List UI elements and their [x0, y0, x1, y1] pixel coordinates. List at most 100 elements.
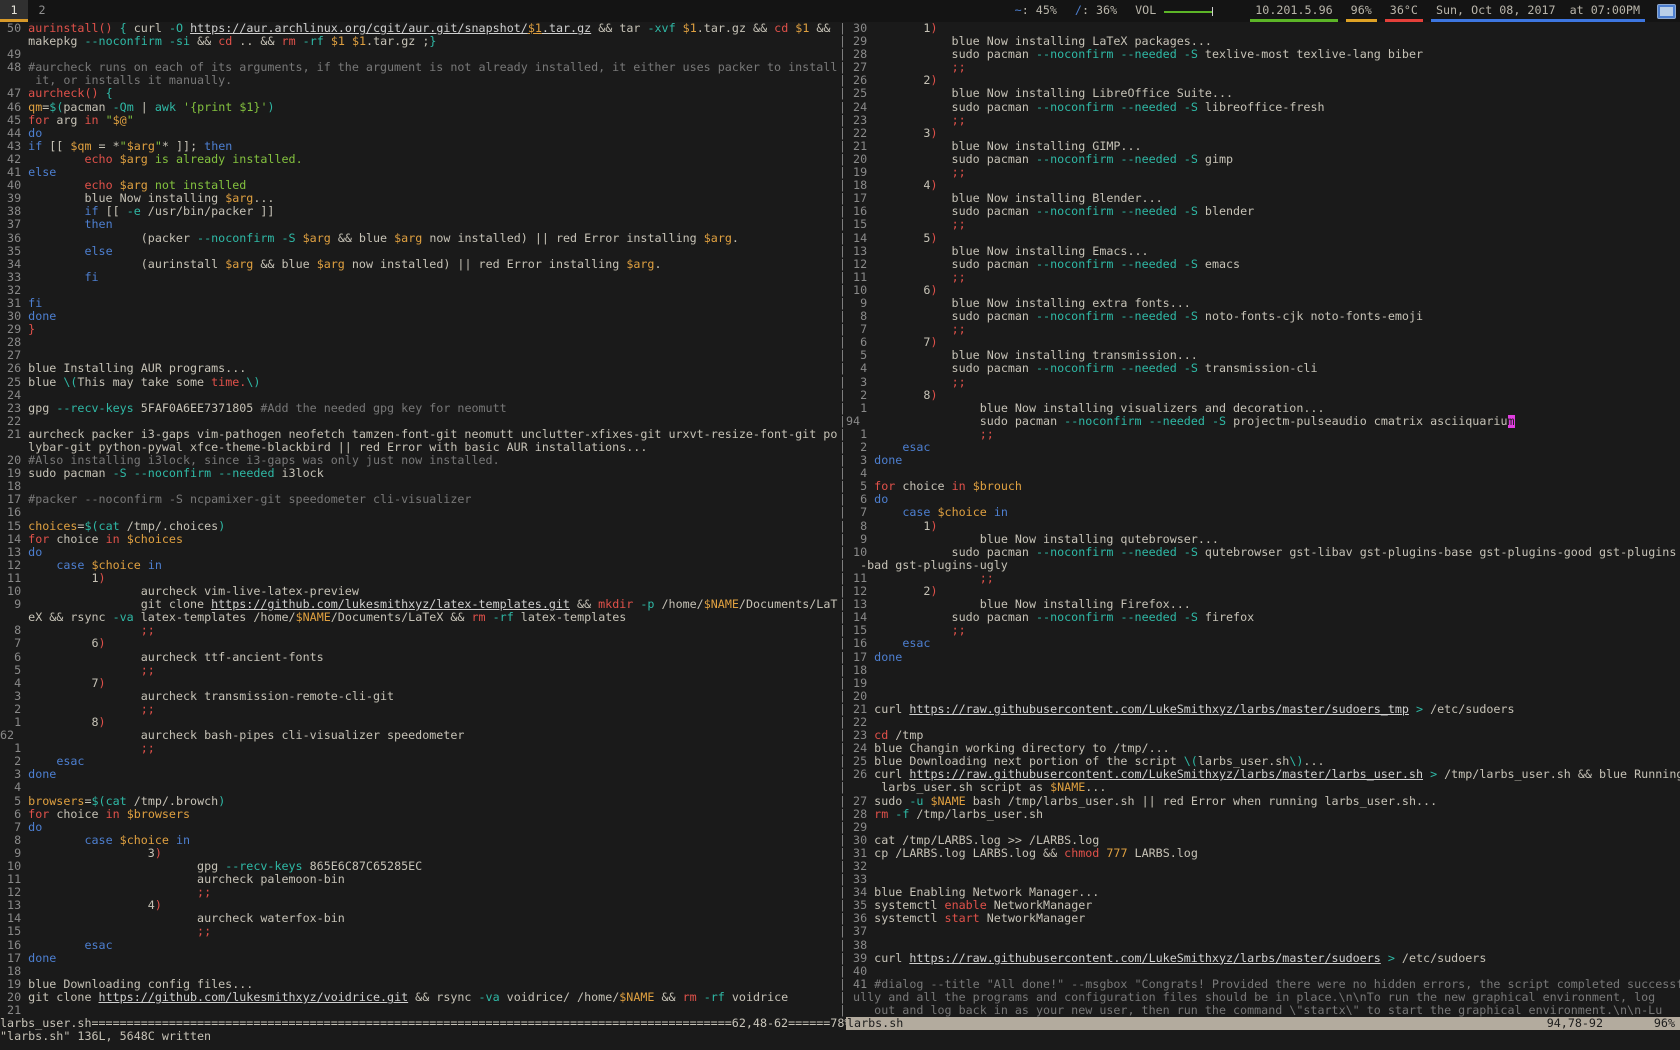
code-line[interactable]: 15 choices=$(cat /tmp/.choices) — [0, 520, 839, 533]
code-line[interactable]: 25 blue \(This may take some time.\) — [0, 376, 839, 389]
code-line[interactable]: 25 blue Downloading next portion of the … — [846, 755, 1680, 768]
code-line[interactable]: 2 8) — [846, 389, 1680, 402]
code-line[interactable]: 8 case $choice in — [0, 834, 839, 847]
code-line[interactable]: 30 cat /tmp/LARBS.log >> /LARBS.log — [846, 834, 1680, 847]
code-line[interactable]: lybar-git python-pywal xfce-theme-blackb… — [0, 441, 839, 454]
code-line[interactable]: 12 case $choice in — [0, 559, 839, 572]
code-line[interactable]: 16 esac — [846, 637, 1680, 650]
code-line[interactable]: 11 ;; — [846, 271, 1680, 284]
code-line[interactable]: 4 sudo pacman --noconfirm --needed -S tr… — [846, 362, 1680, 375]
code-line[interactable]: 22 3) — [846, 127, 1680, 140]
code-line[interactable]: 6 aurcheck ttf-ancient-fonts — [0, 651, 839, 664]
code-line[interactable]: 18 — [0, 480, 839, 493]
code-line[interactable]: 17 done — [846, 651, 1680, 664]
code-line[interactable]: 2 esac — [0, 755, 839, 768]
code-line[interactable]: 31 cp /LARBS.log LARBS.log && chmod 777 … — [846, 847, 1680, 860]
code-line[interactable]: 39 blue Now installing $arg... — [0, 192, 839, 205]
code-line[interactable]: 44 do — [0, 127, 839, 140]
code-line[interactable]: 23 ;; — [846, 114, 1680, 127]
workspace-1[interactable]: 1 — [0, 0, 28, 22]
code-line[interactable]: 2 ;; — [0, 703, 839, 716]
code-line[interactable]: 8 ;; — [0, 624, 839, 637]
code-line[interactable]: 20 git clone https://github.com/lukesmit… — [0, 991, 839, 1004]
right-pane[interactable]: 30 1) 29 blue Now installing LaTeX packa… — [846, 22, 1680, 1017]
code-line[interactable]: 40 — [846, 965, 1680, 978]
code-line[interactable]: 37 — [846, 925, 1680, 938]
code-line[interactable]: 37 then — [0, 218, 839, 231]
code-line[interactable]: 32 — [846, 860, 1680, 873]
code-line[interactable]: 20 #Also installing i3lock, since i3-gap… — [0, 454, 839, 467]
code-line[interactable]: 5 for choice in $brouch — [846, 480, 1680, 493]
code-line[interactable]: 34 (aurinstall $arg && blue $arg now ins… — [0, 258, 839, 271]
code-line[interactable]: 45 for arg in "$@" — [0, 114, 839, 127]
code-line[interactable]: 13 blue Now installing Emacs... — [846, 245, 1680, 258]
code-line[interactable]: 12 sudo pacman --noconfirm --needed -S e… — [846, 258, 1680, 271]
code-line[interactable]: 11 ;; — [846, 572, 1680, 585]
code-line[interactable]: 28 rm -f /tmp/larbs_user.sh — [846, 808, 1680, 821]
code-line[interactable]: 19 — [846, 677, 1680, 690]
code-line[interactable]: 62 aurcheck bash-pipes cli-visualizer sp… — [0, 729, 839, 742]
code-line[interactable]: 13 4) — [0, 899, 839, 912]
left-pane[interactable]: 50 aurinstall() { curl -O https://aur.ar… — [0, 22, 839, 1017]
workspace-2[interactable]: 2 — [28, 0, 56, 22]
code-line[interactable]: 94 sudo pacman --noconfirm --needed -S p… — [846, 415, 1680, 428]
code-line[interactable]: 40 echo $arg not installed — [0, 179, 839, 192]
code-line[interactable]: 41 #dialog --title "All done!" --msgbox … — [846, 978, 1680, 991]
code-line[interactable]: 7 6) — [0, 637, 839, 650]
code-line[interactable]: 21 blue Now installing GIMP... — [846, 140, 1680, 153]
code-line[interactable]: 39 curl https://raw.githubusercontent.co… — [846, 952, 1680, 965]
code-line[interactable]: 17 done — [0, 952, 839, 965]
code-line[interactable]: 18 — [0, 965, 839, 978]
code-line[interactable]: 24 blue Changin working directory to /tm… — [846, 742, 1680, 755]
code-line[interactable]: 10 6) — [846, 284, 1680, 297]
code-line[interactable]: 31 fi — [0, 297, 839, 310]
code-line[interactable]: 20 sudo pacman --noconfirm --needed -S g… — [846, 153, 1680, 166]
code-line[interactable]: 36 systemctl start NetworkManager — [846, 912, 1680, 925]
code-line[interactable]: 4 — [0, 781, 839, 794]
code-line[interactable]: 25 blue Now installing LibreOffice Suite… — [846, 87, 1680, 100]
code-line[interactable]: 1 8) — [0, 716, 839, 729]
code-line[interactable]: 1 ;; — [846, 428, 1680, 441]
code-line[interactable]: 43 if [[ $qm = *"$arg"* ]]; then — [0, 140, 839, 153]
disk-home-segment[interactable]: ~: 45% — [1006, 0, 1066, 22]
code-line[interactable]: 5 browsers=$(cat /tmp/.browch) — [0, 795, 839, 808]
code-line[interactable]: 3 aurcheck transmission-remote-cli-git — [0, 690, 839, 703]
code-line[interactable]: 32 — [0, 284, 839, 297]
code-line[interactable]: 19 sudo pacman -S --noconfirm --needed i… — [0, 467, 839, 480]
code-line[interactable]: 14 aurcheck waterfox-bin — [0, 912, 839, 925]
code-line[interactable]: 38 if [[ -e /usr/bin/packer ]] — [0, 205, 839, 218]
code-line[interactable]: 35 else — [0, 245, 839, 258]
code-line[interactable]: 13 do — [0, 546, 839, 559]
code-line[interactable]: 26 curl https://raw.githubusercontent.co… — [846, 768, 1680, 781]
code-line[interactable]: 26 2) — [846, 74, 1680, 87]
volume-segment[interactable]: VOL — [1126, 0, 1246, 22]
code-line[interactable]: 6 for choice in $browsers — [0, 808, 839, 821]
code-line[interactable]: 33 — [846, 873, 1680, 886]
code-line[interactable]: 2 esac — [846, 441, 1680, 454]
code-line[interactable]: 3 done — [846, 454, 1680, 467]
code-line[interactable]: 4 7) — [0, 677, 839, 690]
disk-root-segment[interactable]: /: 36% — [1066, 0, 1126, 22]
code-line[interactable]: 49 — [0, 48, 839, 61]
code-line[interactable]: 14 sudo pacman --noconfirm --needed -S f… — [846, 611, 1680, 624]
code-line[interactable]: 6 do — [846, 493, 1680, 506]
datetime-segment[interactable]: Sun, Oct 08, 2017 at 07:00PM — [1427, 0, 1649, 22]
code-line[interactable]: 42 echo $arg is already installed. — [0, 153, 839, 166]
code-line[interactable]: 9 3) — [0, 847, 839, 860]
code-line[interactable]: 15 ;; — [0, 925, 839, 938]
code-line[interactable]: ully and all the programs and configurat… — [846, 991, 1680, 1004]
code-line[interactable]: 3 done — [0, 768, 839, 781]
code-line[interactable]: 5 blue Now installing transmission... — [846, 349, 1680, 362]
code-line[interactable]: 20 — [846, 690, 1680, 703]
code-line[interactable]: 11 aurcheck palemoon-bin — [0, 873, 839, 886]
code-line[interactable]: 28 sudo pacman --noconfirm --needed -S t… — [846, 48, 1680, 61]
code-line[interactable]: 27 — [0, 349, 839, 362]
code-line[interactable]: 12 2) — [846, 585, 1680, 598]
code-line[interactable]: 48 #aurcheck runs on each of its argumen… — [0, 61, 839, 74]
code-line[interactable]: 5 ;; — [0, 664, 839, 677]
code-line[interactable]: 19 blue Downloading config files... — [0, 978, 839, 991]
code-line[interactable]: 22 — [0, 415, 839, 428]
code-line[interactable]: 1 blue Now installing visualizers and de… — [846, 402, 1680, 415]
code-line[interactable]: 7 case $choice in — [846, 506, 1680, 519]
code-line[interactable]: 7 do — [0, 821, 839, 834]
